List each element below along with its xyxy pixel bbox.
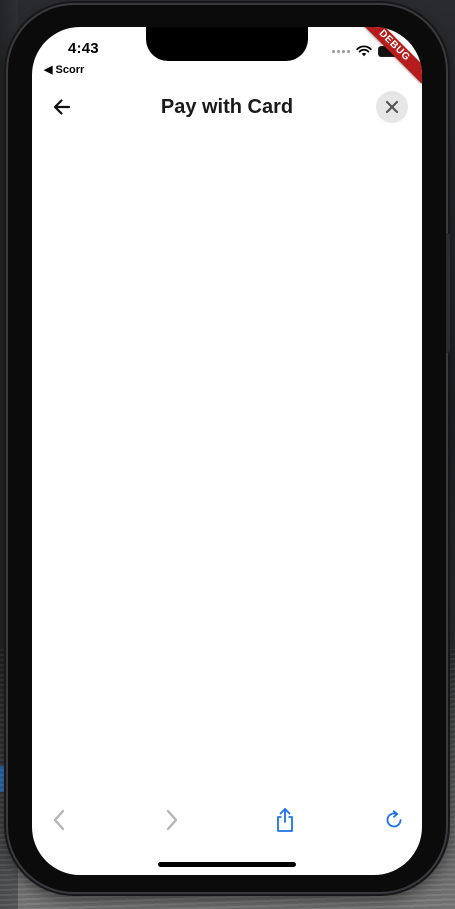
phone-screen: 4:43 ◀ Scorr DEBUG Pay with Card	[32, 27, 422, 875]
side-button	[446, 233, 450, 353]
reload-icon	[386, 810, 402, 828]
close-button[interactable]	[376, 91, 408, 123]
share-icon	[277, 808, 293, 832]
status-time: 4:43	[68, 40, 99, 57]
close-icon	[385, 100, 399, 114]
toolbar-forward-button[interactable]	[159, 807, 185, 833]
app-bar: Pay with Card	[32, 89, 422, 125]
status-back-to-app[interactable]: ◀ Scorr	[44, 63, 84, 76]
toolbar-reload-button[interactable]	[381, 807, 407, 833]
page-title: Pay with Card	[160, 96, 294, 118]
browser-toolbar	[32, 803, 422, 837]
notch	[146, 27, 308, 61]
cellular-signal-icon	[332, 49, 350, 53]
home-indicator[interactable]	[158, 862, 296, 867]
web-content-area[interactable]	[32, 127, 422, 787]
chevron-left-icon	[53, 809, 65, 831]
toolbar-back-button[interactable]	[46, 807, 72, 833]
toolbar-share-button[interactable]	[272, 807, 298, 833]
chevron-right-icon	[166, 809, 178, 831]
phone-frame: 4:43 ◀ Scorr DEBUG Pay with Card	[8, 5, 450, 892]
wifi-icon	[356, 45, 372, 57]
